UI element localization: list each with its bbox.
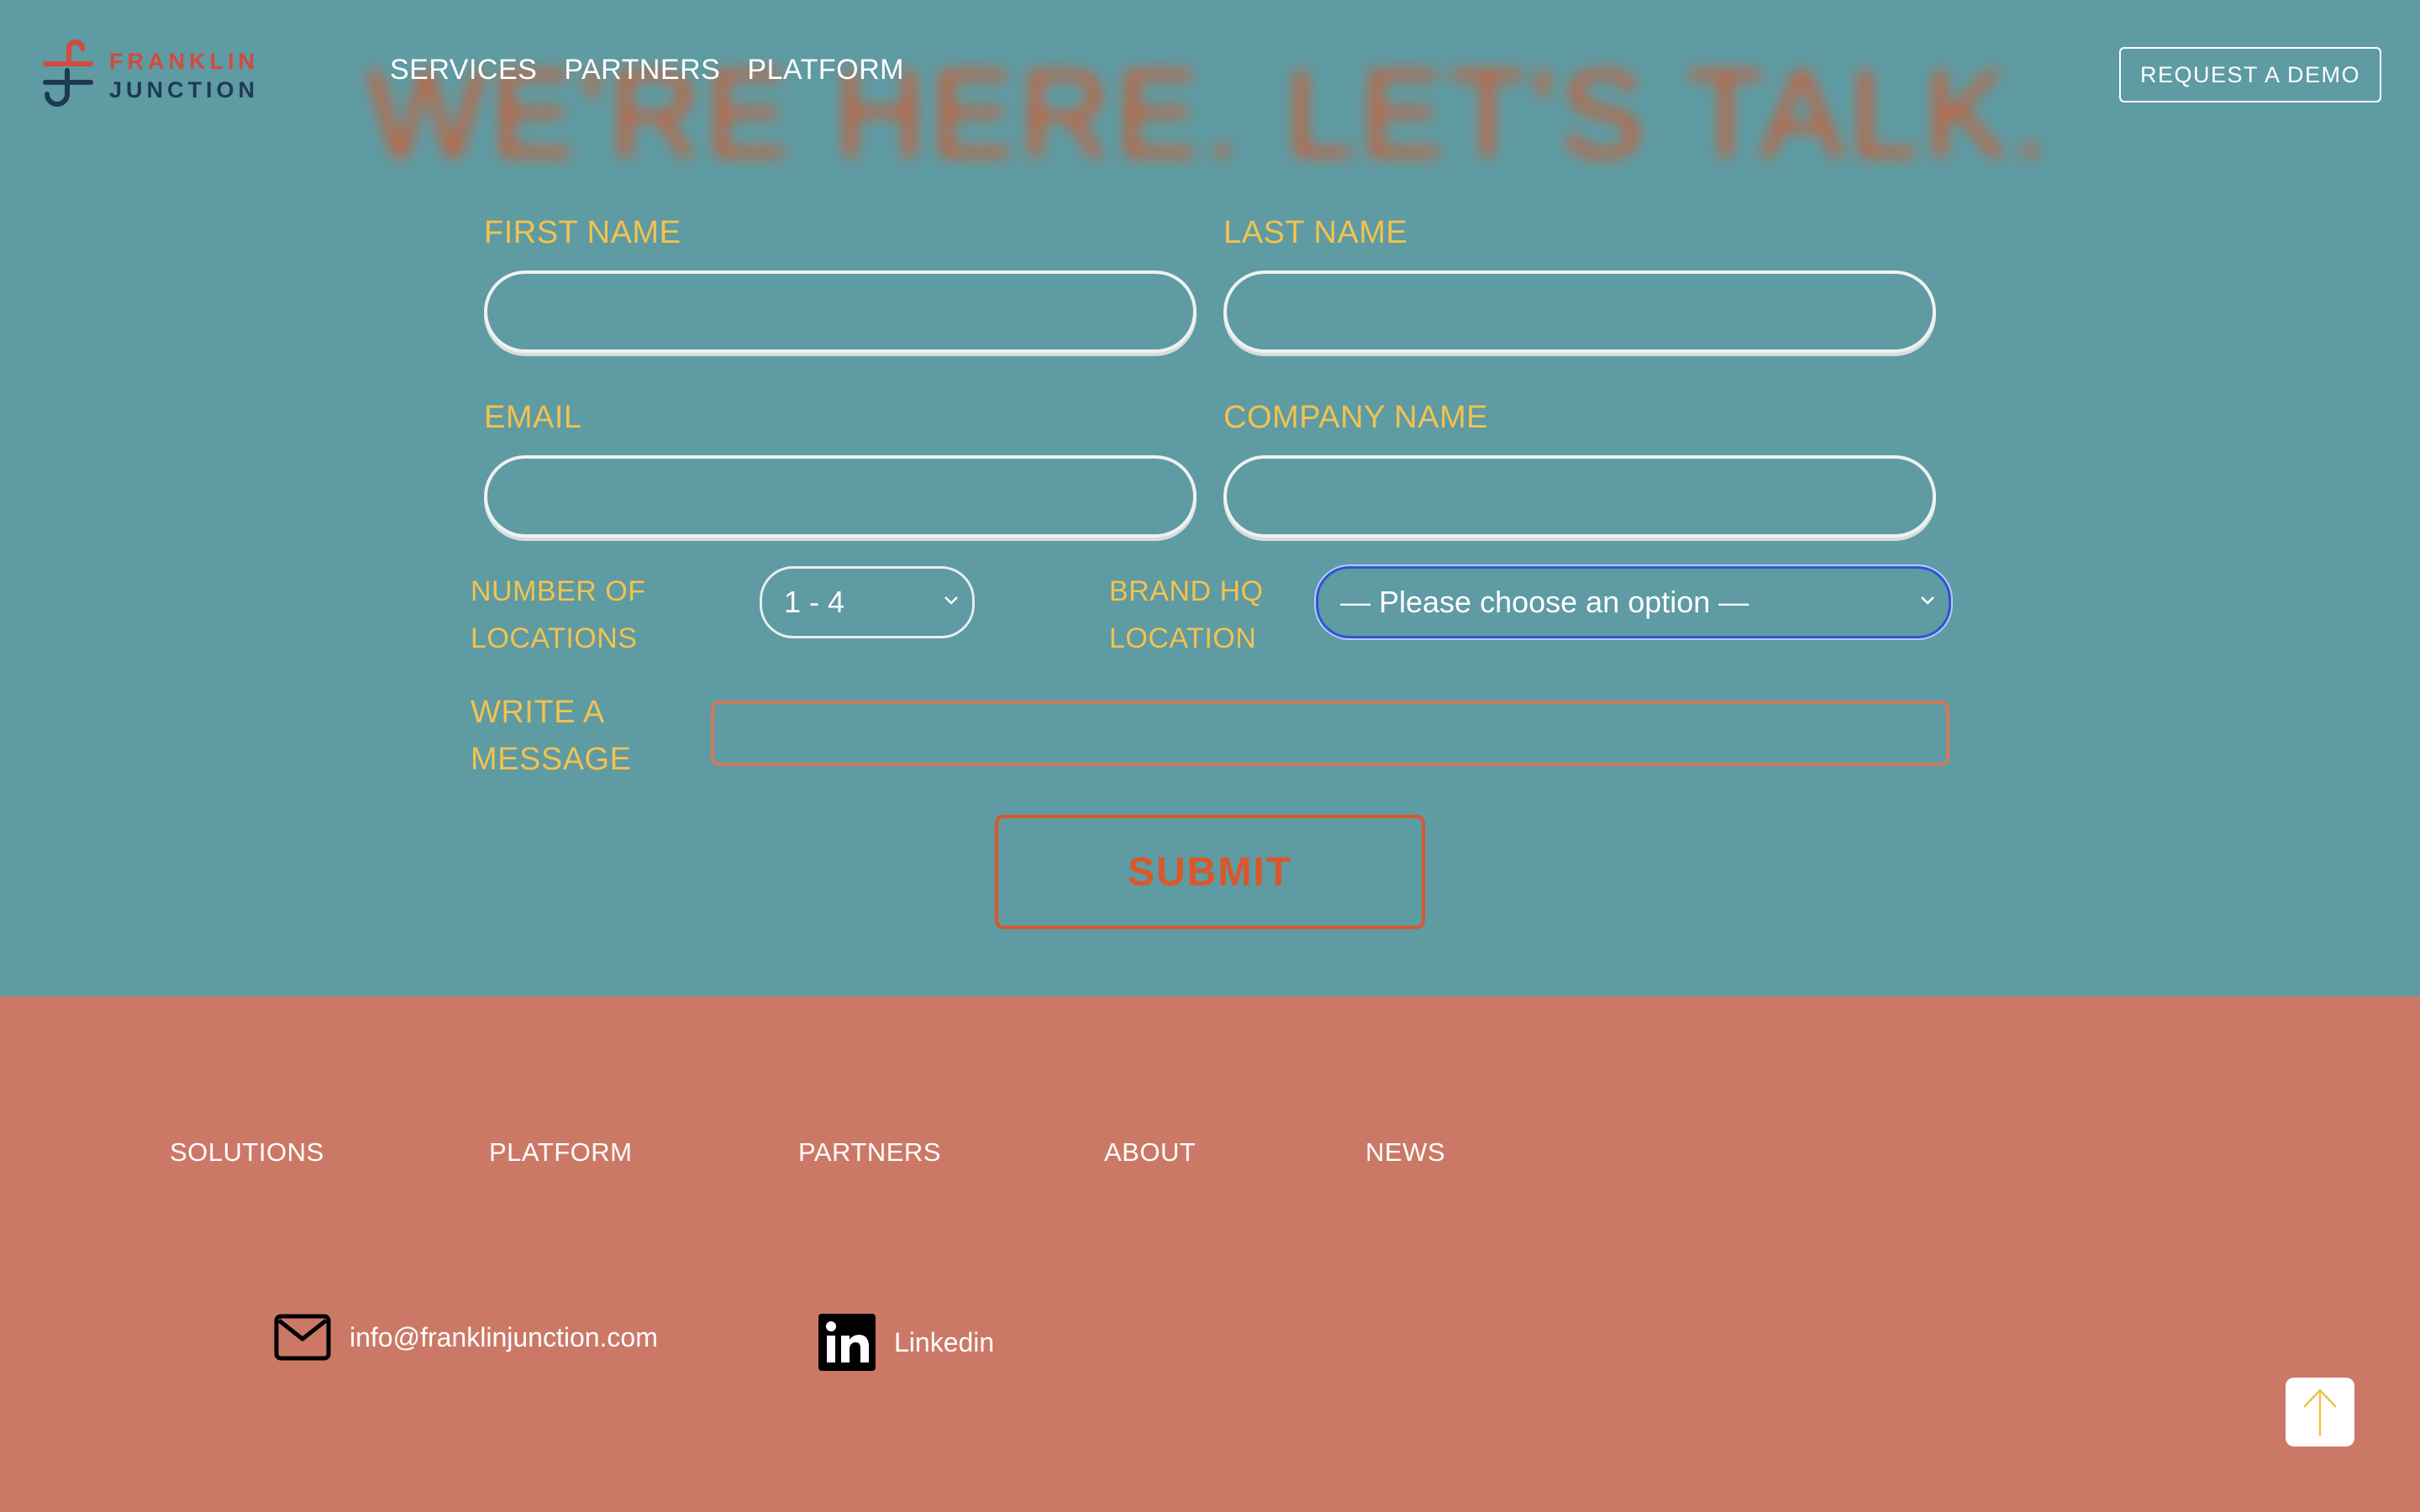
hq-location-select[interactable]: — Please choose an option — (1316, 566, 1951, 638)
logo-wordmark: FRANKLIN JUNCTION (109, 47, 259, 104)
email-label: EMAIL (484, 400, 582, 435)
email-input[interactable] (484, 455, 1197, 538)
submit-button[interactable]: SUBMIT (995, 815, 1425, 929)
logo-word-junction: JUNCTION (109, 77, 260, 102)
nav-partners[interactable]: PARTNERS (564, 54, 720, 87)
last-name-input[interactable] (1223, 270, 1936, 353)
locations-label: NUMBER OF LOCATIONS (471, 568, 646, 662)
message-label: WRITE A MESSAGE (471, 689, 631, 783)
hq-label-line1: BRAND HQ (1109, 575, 1264, 607)
site-header: FRANKLIN JUNCTION SERVICES PARTNERS PLAT… (0, 0, 2420, 151)
scroll-to-top-button[interactable] (2286, 1378, 2354, 1446)
locations-select-value: 1 - 4 (784, 585, 845, 619)
nav-platform[interactable]: PLATFORM (747, 54, 904, 87)
linkedin-icon (818, 1314, 876, 1371)
footer-link-news[interactable]: NEWS (1365, 1137, 1445, 1168)
footer-linkedin-text: Linkedin (894, 1326, 995, 1357)
last-name-label: LAST NAME (1223, 215, 1408, 250)
chevron-down-icon (944, 596, 958, 605)
hq-label-line2: LOCATION (1109, 622, 1257, 654)
message-textarea[interactable] (711, 701, 1949, 766)
footer-email[interactable]: info@franklinjunction.com (274, 1314, 658, 1361)
arrow-up-icon (2303, 1389, 2337, 1436)
footer-link-about[interactable]: ABOUT (1104, 1137, 1196, 1168)
message-label-line1: WRITE A (471, 695, 605, 730)
chevron-down-icon (1921, 596, 1934, 605)
nav-services[interactable]: SERVICES (390, 54, 537, 87)
first-name-input[interactable] (484, 270, 1197, 353)
locations-label-line1: NUMBER OF (471, 575, 646, 607)
footer-linkedin[interactable]: Linkedin (818, 1314, 994, 1371)
site-footer: SOLUTIONS PLATFORM PARTNERS ABOUT NEWS i… (0, 996, 2420, 1512)
footer-link-platform[interactable]: PLATFORM (489, 1137, 633, 1168)
logo-word-franklin: FRANKLIN (109, 49, 259, 74)
main-nav: SERVICES PARTNERS PLATFORM (390, 54, 904, 87)
franklin-junction-logo[interactable]: FRANKLIN JUNCTION (39, 39, 257, 111)
envelope-icon (274, 1314, 331, 1361)
request-demo-button[interactable]: REQUEST A DEMO (2119, 47, 2381, 102)
footer-link-solutions[interactable]: SOLUTIONS (170, 1137, 324, 1168)
footer-email-text: info@franklinjunction.com (350, 1321, 658, 1352)
contact-section: WE'RE HERE. LET'S TALK. FRANKLIN JUNCTIO… (0, 0, 2420, 996)
message-label-line2: MESSAGE (471, 742, 632, 777)
first-name-label: FIRST NAME (484, 215, 681, 250)
hq-select-value: — Please choose an option — (1340, 585, 1749, 619)
hq-location-label: BRAND HQ LOCATION (1109, 568, 1263, 662)
company-name-input[interactable] (1223, 455, 1936, 538)
locations-select[interactable]: 1 - 4 (760, 566, 975, 638)
company-name-label: COMPANY NAME (1223, 400, 1488, 435)
locations-label-line2: LOCATIONS (471, 622, 638, 654)
footer-link-partners[interactable]: PARTNERS (798, 1137, 941, 1168)
logo-mark-icon (43, 39, 93, 107)
